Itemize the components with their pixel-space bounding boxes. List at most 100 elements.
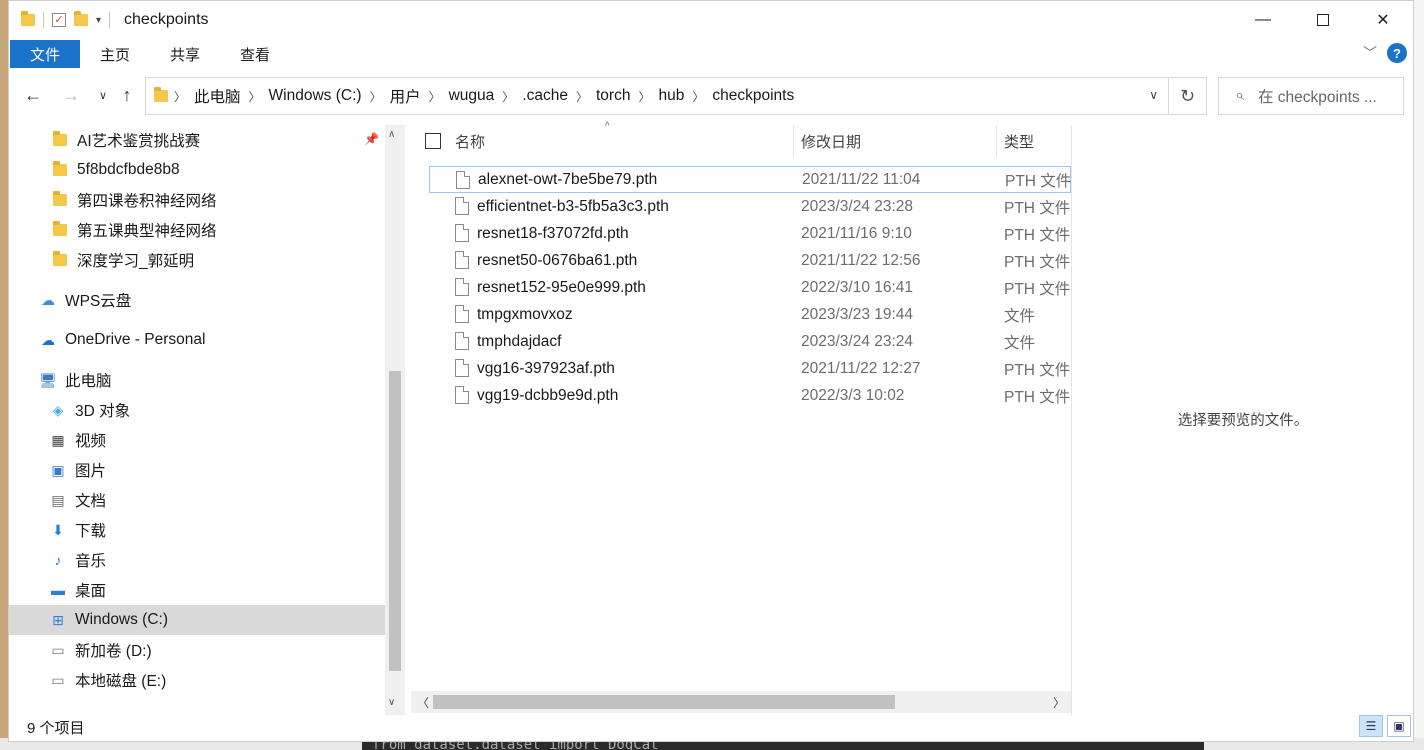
properties-icon[interactable]: ✓ [52, 13, 66, 27]
address-history-dropdown-icon[interactable]: ∨ [1149, 88, 1158, 102]
column-header-date[interactable]: 修改日期 [801, 125, 861, 157]
nav-item-downloads[interactable]: ⬇ 下载 [9, 515, 385, 545]
nav-item-this-pc[interactable]: 🖥 此电脑 [9, 365, 385, 395]
maximize-button[interactable] [1293, 1, 1353, 39]
file-row[interactable]: resnet50-0676ba61.pth 2021/11/22 12:56 P… [429, 247, 1071, 274]
file-date: 2021/11/22 12:56 [801, 251, 921, 269]
large-icons-view-icon[interactable]: ▣ [1387, 715, 1411, 737]
navigation-scrollbar[interactable]: ∧ ∨ [385, 125, 405, 715]
tab-file[interactable]: 文件 [10, 40, 80, 68]
breadcrumb-separator-icon[interactable]: 〉 [692, 88, 704, 105]
breadcrumb-separator-icon[interactable]: 〉 [370, 88, 382, 105]
file-row[interactable]: efficientnet-b3-5fb5a3c3.pth 2023/3/24 2… [429, 193, 1071, 220]
breadcrumb-hub[interactable]: hub [650, 87, 692, 105]
customize-toolbar-icon[interactable]: ▾ [96, 15, 101, 26]
forward-button[interactable]: → [59, 83, 83, 107]
desktop-icon: ▬ [51, 582, 65, 598]
column-header-type[interactable]: 类型 [1004, 125, 1034, 157]
quick-access-toolbar: ✓ ▾ [9, 11, 111, 28]
tab-home[interactable]: 主页 [80, 40, 150, 68]
new-folder-icon[interactable] [74, 11, 88, 26]
recent-locations-button[interactable]: ∨ [91, 83, 115, 107]
file-row[interactable]: alexnet-owt-7be5be79.pth 2021/11/22 11:0… [429, 166, 1071, 193]
pin-icon[interactable]: 📌 [364, 132, 379, 146]
file-list: ^ 名称 修改日期 类型 alexnet-owt-7be5be79.pth 20… [409, 121, 1071, 715]
breadcrumb-users[interactable]: 用户 [382, 85, 429, 107]
horizontal-scrollbar[interactable]: 〈 〉 [411, 691, 1071, 713]
scrollbar-thumb[interactable] [433, 695, 895, 709]
nav-item-deep-learning[interactable]: 深度学习_郭延明 [9, 245, 385, 275]
scroll-right-icon[interactable]: 〉 [1053, 694, 1065, 711]
folder-icon [51, 221, 69, 238]
file-row[interactable]: vgg19-dcbb9e9d.pth 2022/3/3 10:02 PTH 文件 [429, 382, 1071, 409]
breadcrumb-torch[interactable]: torch [588, 87, 638, 105]
nav-item-videos[interactable]: ▦ 视频 [9, 425, 385, 455]
nav-item-volume-d[interactable]: ▭ 新加卷 (D:) [9, 635, 385, 665]
tab-view[interactable]: 查看 [220, 40, 290, 68]
breadcrumb-separator-icon[interactable]: 〉 [174, 88, 186, 105]
divider [109, 12, 111, 28]
scroll-down-icon[interactable]: ∨ [388, 697, 395, 708]
expand-ribbon-icon[interactable]: ﹀ [1363, 43, 1377, 63]
close-button[interactable]: ✕ [1353, 1, 1413, 39]
select-all-checkbox[interactable] [425, 133, 441, 149]
search-box[interactable]: ⌕ 在 checkpoints ... [1218, 77, 1404, 115]
details-view-icon[interactable]: ☰ [1359, 715, 1383, 737]
nav-item-windows-c[interactable]: ⊞ Windows (C:) [9, 605, 385, 635]
breadcrumb-separator-icon[interactable]: 〉 [576, 88, 588, 105]
file-date: 2023/3/24 23:28 [801, 197, 914, 215]
nav-item-music[interactable]: ♪ 音乐 [9, 545, 385, 575]
column-divider[interactable] [793, 125, 794, 157]
file-row[interactable]: tmpgxmovxoz 2023/3/23 19:44 文件 [429, 301, 1071, 328]
file-type: PTH 文件 [1004, 361, 1071, 379]
minimize-icon: — [1255, 11, 1271, 28]
scrollbar-thumb[interactable] [389, 371, 401, 671]
nav-item-wps-cloud[interactable]: ☁ WPS云盘 [9, 285, 385, 315]
music-icon: ♪ [54, 552, 62, 568]
nav-item-pictures[interactable]: ▣ 图片 [9, 455, 385, 485]
3d-objects-icon: ◈ [52, 401, 64, 418]
file-type: PTH 文件 [1004, 253, 1071, 271]
breadcrumb-checkpoints[interactable]: checkpoints [704, 87, 802, 105]
breadcrumb-this-pc[interactable]: 此电脑 [186, 85, 249, 107]
breadcrumb-separator-icon[interactable]: 〉 [638, 88, 650, 105]
file-type: 文件 [1004, 334, 1036, 352]
nav-item-3d-objects[interactable]: ◈ 3D 对象 [9, 395, 385, 425]
nav-item-desktop[interactable]: ▬ 桌面 [9, 575, 385, 605]
scroll-left-icon[interactable]: 〈 [417, 694, 429, 711]
help-icon[interactable]: ? [1387, 43, 1407, 63]
nav-item-local-e[interactable]: ▭ 本地磁盘 (E:) [9, 665, 385, 695]
nav-item-onedrive[interactable]: ☁ OneDrive - Personal [9, 325, 385, 355]
breadcrumb-cache[interactable]: .cache [514, 87, 576, 105]
nav-item-documents[interactable]: ▤ 文档 [9, 485, 385, 515]
tab-share[interactable]: 共享 [150, 40, 220, 68]
file-date: 2023/3/24 23:24 [801, 332, 914, 350]
breadcrumb-separator-icon[interactable]: 〉 [502, 88, 514, 105]
file-icon [455, 197, 469, 215]
nav-item-ai-art[interactable]: AI艺术鉴赏挑战赛 📌 [9, 125, 385, 155]
pictures-icon: ▣ [51, 461, 65, 478]
nav-item-5f8bdcfbde8b8[interactable]: 5f8bdcfbde8b8 [9, 155, 385, 185]
up-button[interactable]: ↑ [115, 83, 139, 107]
file-row[interactable]: tmphdajdacf 2023/3/24 23:24 文件 [429, 328, 1071, 355]
address-bar[interactable]: 〉 此电脑 〉 Windows (C:) 〉 用户 〉 wugua 〉 .cac… [145, 77, 1169, 115]
file-name: resnet18-f37072fd.pth [477, 224, 629, 242]
back-button[interactable]: ← [21, 83, 45, 107]
breadcrumb-separator-icon[interactable]: 〉 [249, 88, 261, 105]
breadcrumb-separator-icon[interactable]: 〉 [429, 88, 441, 105]
file-row[interactable]: resnet18-f37072fd.pth 2021/11/16 9:10 PT… [429, 220, 1071, 247]
minimize-button[interactable]: — [1233, 1, 1293, 39]
column-header-name[interactable]: 名称 [455, 125, 485, 157]
divider [43, 12, 44, 28]
breadcrumb-windows-c[interactable]: Windows (C:) [261, 87, 370, 105]
scroll-up-icon[interactable]: ∧ [388, 129, 395, 140]
file-row[interactable]: resnet152-95e0e999.pth 2022/3/10 16:41 P… [429, 274, 1071, 301]
background-desktop-right [1414, 0, 1424, 750]
column-divider[interactable] [996, 125, 997, 157]
file-row[interactable]: vgg16-397923af.pth 2021/11/22 12:27 PTH … [429, 355, 1071, 382]
breadcrumb-wugua[interactable]: wugua [441, 87, 503, 105]
refresh-button[interactable]: ↻ [1169, 77, 1207, 115]
nav-item-label: AI艺术鉴赏挑战赛 [77, 133, 201, 150]
nav-item-lesson4[interactable]: 第四课卷积神经网络 [9, 185, 385, 215]
nav-item-lesson5[interactable]: 第五课典型神经网络 [9, 215, 385, 245]
